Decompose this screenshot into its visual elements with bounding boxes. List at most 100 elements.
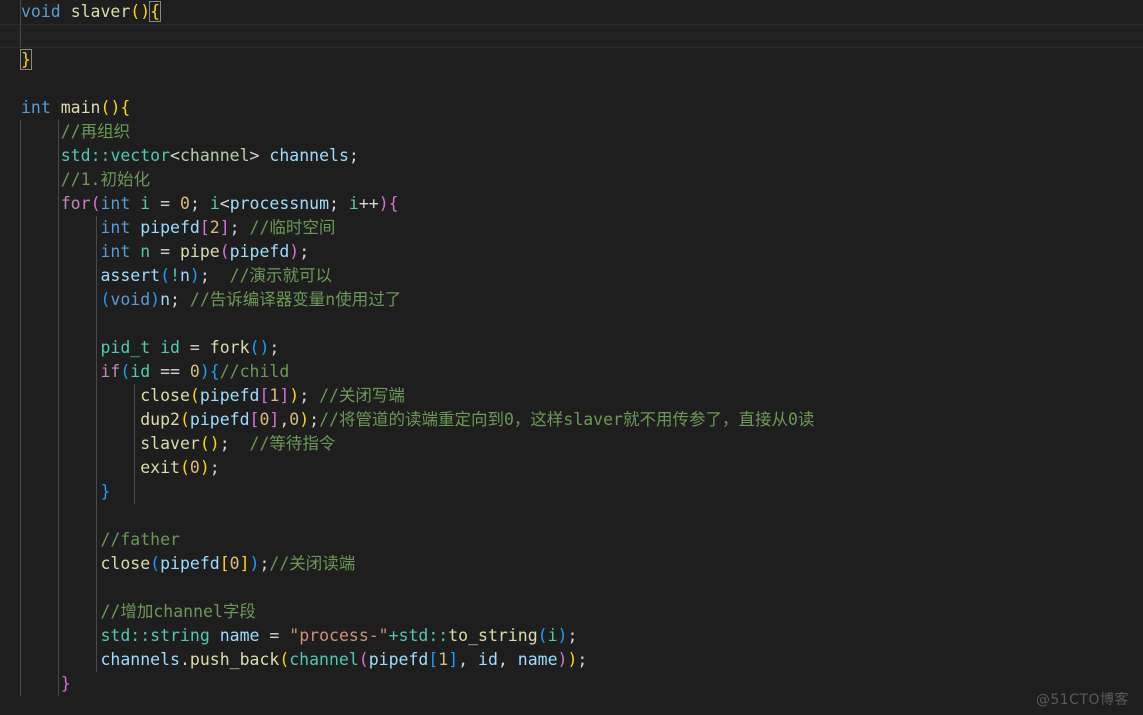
token-operator-plus: + [388, 626, 399, 645]
code-line[interactable]: pid_t id = fork(); [0, 336, 1143, 360]
token-comment: //关闭读端 [269, 554, 356, 573]
code-line[interactable]: int n = pipe(pipefd); [0, 240, 1143, 264]
code-line[interactable]: void slaver(){ [0, 0, 1143, 24]
token-variable: name [517, 650, 558, 669]
token-variable: id [160, 338, 180, 357]
token-paren-close: ) [189, 266, 200, 285]
token-function: to_string [448, 626, 538, 645]
code-content[interactable]: void slaver(){ } int main(){ //再组织 std::… [0, 0, 1143, 696]
token-comma: , [497, 650, 518, 669]
code-line[interactable]: } [0, 480, 1143, 504]
token-variable: name [219, 626, 260, 645]
code-line[interactable]: for(int i = 0; i<processnum; i++){ [0, 192, 1143, 216]
token-comment: //father [100, 530, 180, 549]
token-function: dup2 [140, 410, 180, 429]
token-comment: //child [219, 362, 290, 381]
token-paren-open: ( [189, 386, 200, 405]
token-variable: i [547, 626, 558, 645]
token-semicolon: ; [170, 290, 190, 309]
code-editor[interactable]: void slaver(){ } int main(){ //再组织 std::… [0, 0, 1143, 715]
token-scope-operator: :: [428, 626, 449, 645]
token-variable: processnum [229, 194, 330, 213]
token-variable: pipefd [199, 386, 260, 405]
token-bracket-open: [ [219, 554, 230, 573]
token-semicolon: ; [259, 554, 270, 573]
token-string: "process-" [289, 626, 389, 645]
token-operator: = [259, 626, 290, 645]
token-variable: n [140, 242, 151, 261]
token-variable: i [140, 194, 151, 213]
token-template-arg: channel [179, 146, 250, 165]
token-number: 1 [438, 650, 449, 669]
token-function: close [140, 386, 190, 405]
code-line[interactable]: channels.push_back(channel(pipefd[1], id… [0, 648, 1143, 672]
token-number: 0 [259, 410, 270, 429]
token-scope-operator: :: [130, 626, 151, 645]
token-keyword: void [21, 2, 61, 21]
code-line-empty[interactable] [0, 504, 1143, 528]
code-line[interactable]: //father [0, 528, 1143, 552]
token-namespace: std [60, 146, 91, 165]
token-paren-close: ) [557, 626, 568, 645]
token-function: fork [209, 338, 250, 357]
token-number: 0 [180, 194, 190, 213]
token-namespace: std [100, 626, 131, 645]
code-line[interactable]: close(pipefd[0]);//关闭读端 [0, 552, 1143, 576]
code-line[interactable]: std::vector<channel> channels; [0, 144, 1143, 168]
token-paren-open: ( [90, 194, 101, 213]
token-function: pipe [179, 242, 220, 261]
token-semicolon: ; [567, 626, 578, 645]
code-line[interactable]: dup2(pipefd[0],0);//将管道的读端重定向到0，这样slaver… [0, 408, 1143, 432]
token-paren-open: ( [199, 434, 210, 453]
code-line-empty[interactable] [0, 24, 1143, 48]
code-line[interactable]: (void)n; //告诉编译器变量n使用过了 [0, 288, 1143, 312]
code-line-empty[interactable] [0, 312, 1143, 336]
token-semicolon: ; [199, 266, 230, 285]
code-line[interactable]: //再组织 [0, 120, 1143, 144]
code-line-empty[interactable] [0, 576, 1143, 600]
token-brace-open: { [388, 194, 399, 213]
token-paren-open: ( [150, 554, 161, 573]
token-function: close [100, 554, 151, 573]
code-line[interactable]: exit(0); [0, 456, 1143, 480]
token-function: slaver [70, 2, 131, 21]
token-comment: //再组织 [60, 122, 131, 141]
token-paren-close: ) [259, 338, 270, 357]
token-variable: pipefd [140, 218, 200, 237]
token-comment: //1.初始化 [60, 170, 150, 189]
code-line[interactable]: int pipefd[2]; //临时空间 [0, 216, 1143, 240]
token-paren-open: ( [130, 2, 141, 21]
token-semicolon: ; [348, 146, 359, 165]
code-line[interactable]: slaver(); //等待指令 [0, 432, 1143, 456]
token-number: 0 [189, 362, 200, 381]
token-function: main [60, 98, 101, 117]
code-line[interactable]: assert(!n); //演示就可以 [0, 264, 1143, 288]
token-type: channel [289, 650, 359, 669]
code-line[interactable]: int main(){ [0, 96, 1143, 120]
code-line[interactable]: } [0, 672, 1143, 696]
token-paren-open: ( [179, 410, 190, 429]
token-operator: < [219, 194, 230, 213]
code-line[interactable]: std::string name = "process-"+std::to_st… [0, 624, 1143, 648]
token-semicolon: ; [229, 218, 250, 237]
token-variable: channels [269, 146, 349, 165]
token-number: 0 [289, 410, 300, 429]
code-line-empty[interactable] [0, 72, 1143, 96]
token-bracket-close: ] [239, 554, 250, 573]
token-variable: id [478, 650, 498, 669]
token-angle-close: > [249, 146, 260, 165]
code-line[interactable]: //增加channel字段 [0, 600, 1143, 624]
token-comment: //等待指令 [249, 434, 336, 453]
code-line[interactable]: if(id == 0){//child [0, 360, 1143, 384]
code-line[interactable]: } [0, 48, 1143, 72]
code-line[interactable]: //1.初始化 [0, 168, 1143, 192]
token-paren-open: ( [249, 338, 260, 357]
token-operator: = [150, 194, 180, 213]
code-line[interactable]: close(pipefd[1]); //关闭写端 [0, 384, 1143, 408]
token-operator: = [150, 242, 180, 261]
token-number: 2 [209, 218, 220, 237]
token-paren-open: ( [279, 650, 290, 669]
